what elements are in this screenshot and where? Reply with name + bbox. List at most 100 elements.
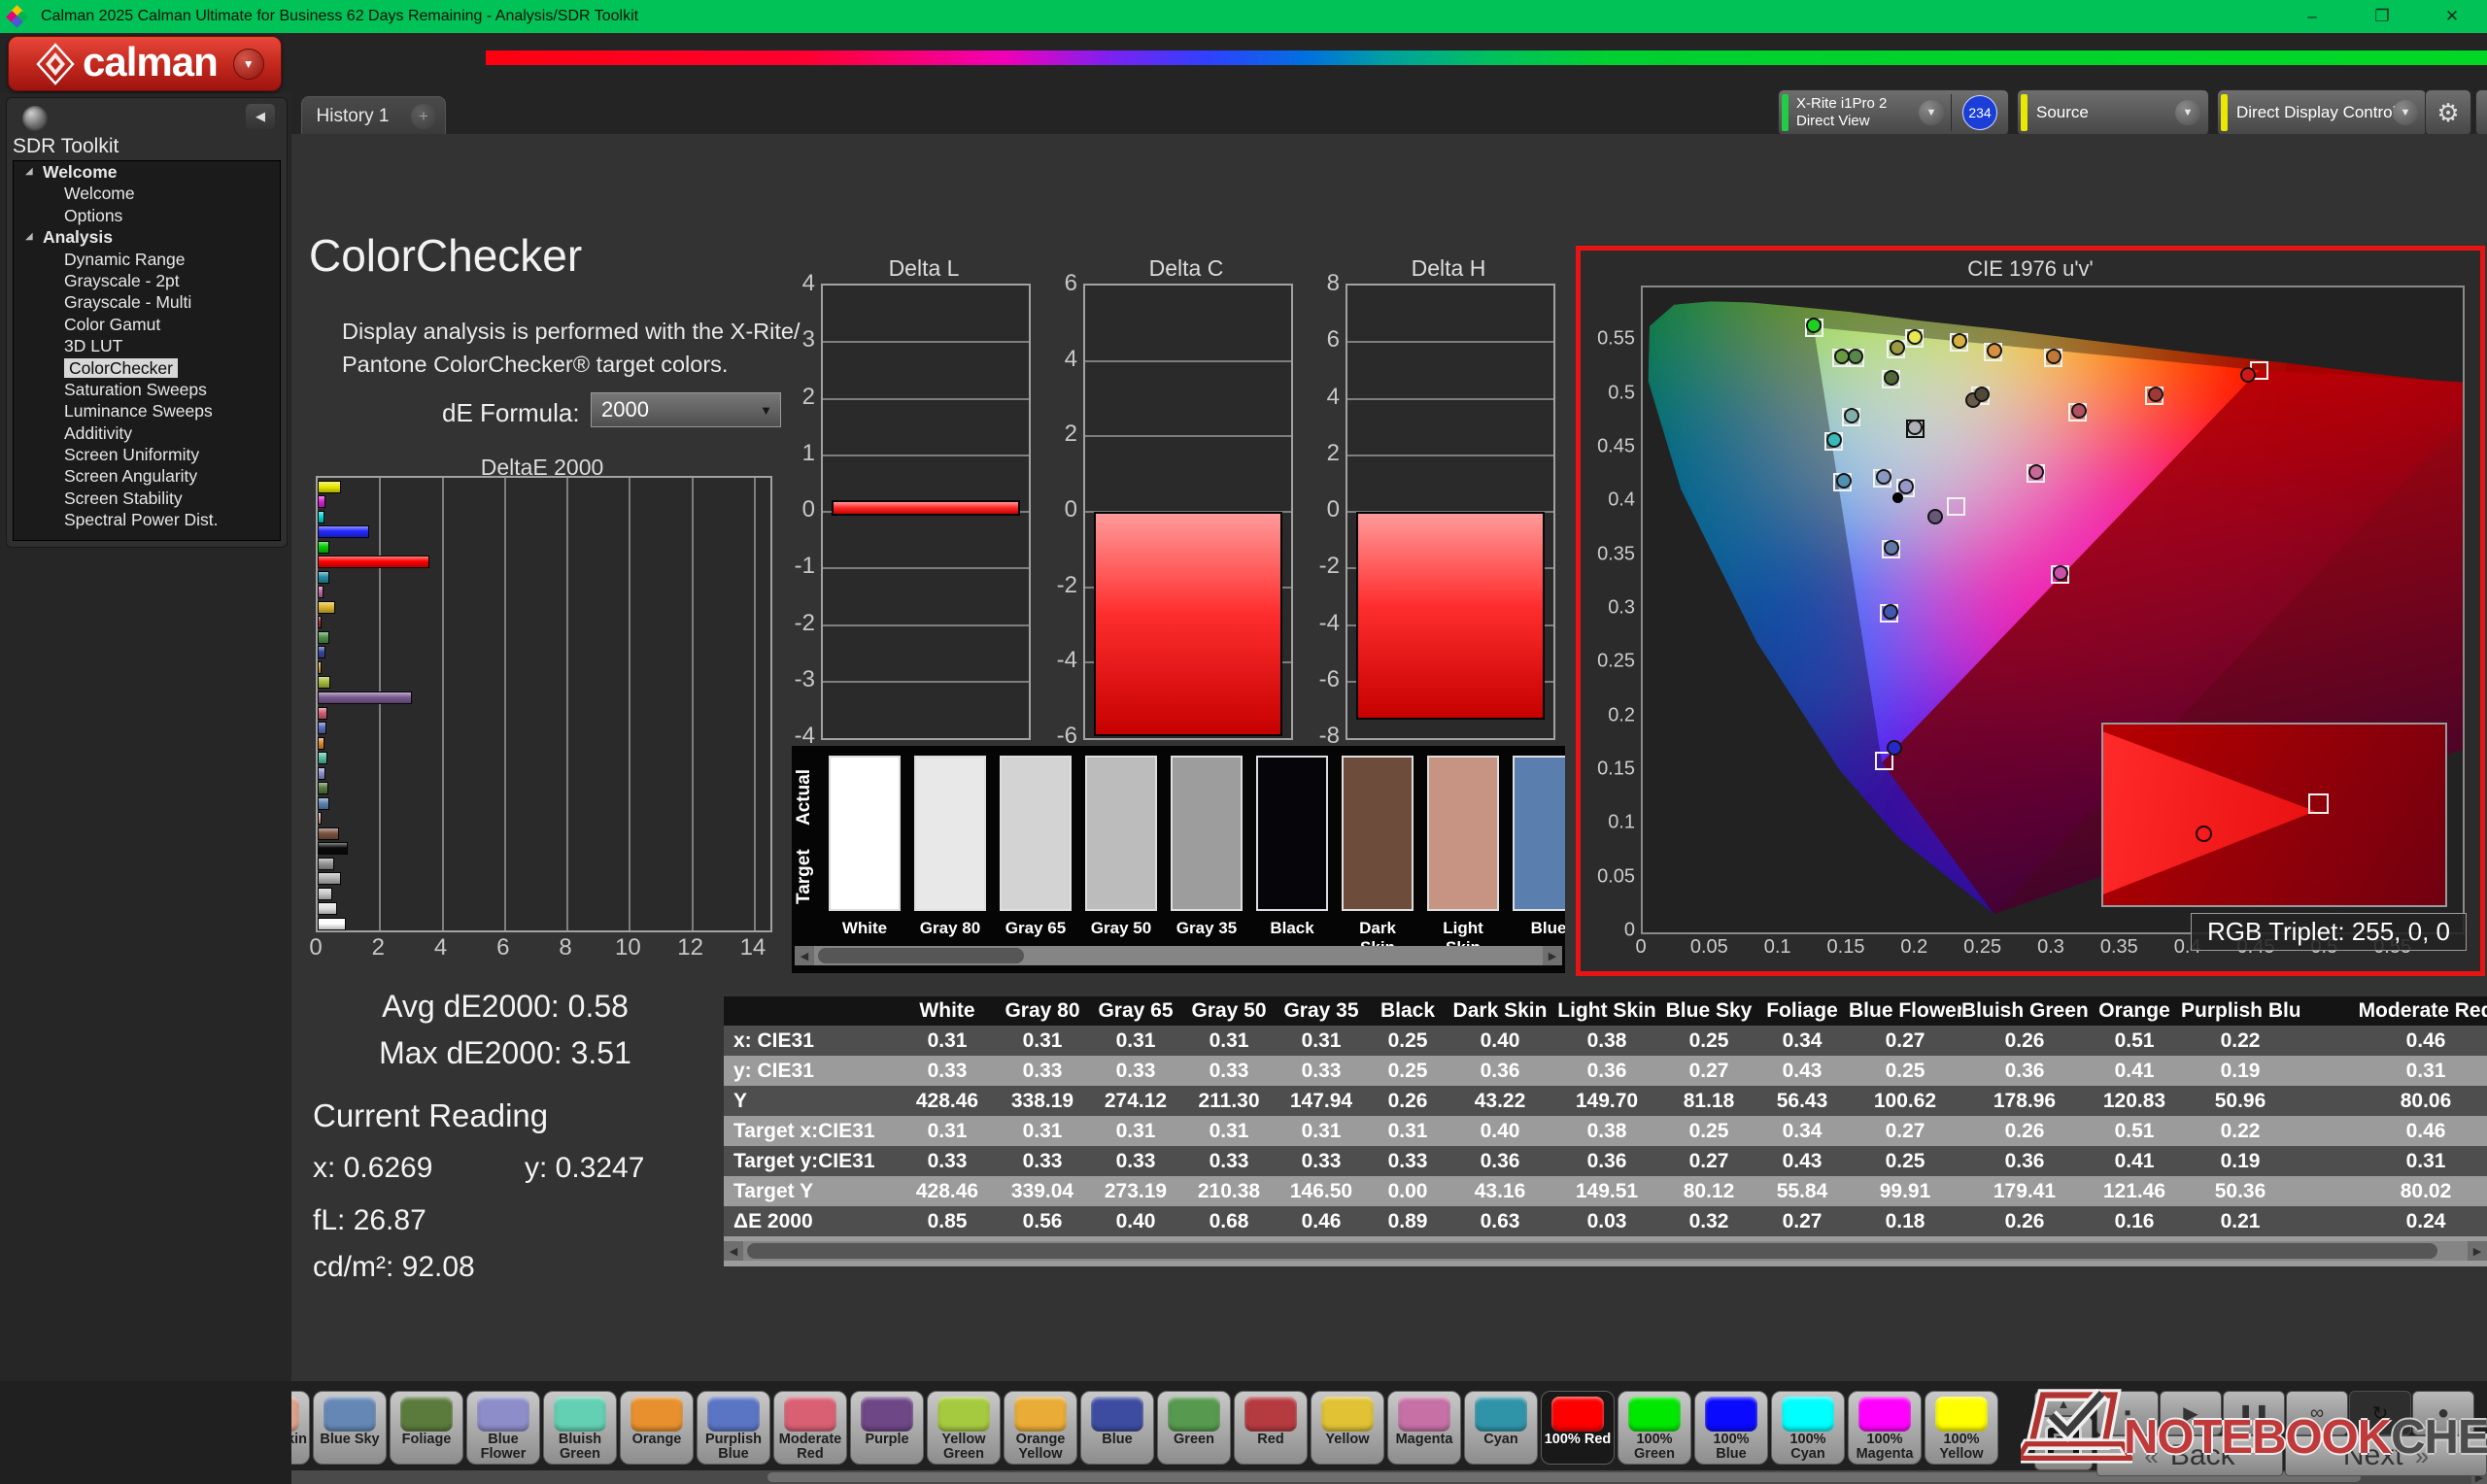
add-tab-button[interactable]: + — [402, 96, 446, 135]
chevron-left-icon: ◀ — [256, 109, 265, 123]
patch-blue-sky[interactable]: Blue Sky — [313, 1391, 387, 1465]
transport-play-button[interactable]: ▶ — [2160, 1391, 2222, 1435]
patch-magenta[interactable]: Magenta — [1387, 1391, 1461, 1465]
patch-blue[interactable]: Blue — [1080, 1391, 1154, 1465]
deltae-bar-magenta — [318, 586, 324, 599]
minimize-button[interactable]: – — [2277, 0, 2347, 33]
patch-label: Yellow Green — [941, 1432, 986, 1462]
sidebar-item-grayscale-2pt[interactable]: Grayscale - 2pt — [14, 270, 280, 291]
sidebar-item-screen-stability[interactable]: Screen Stability — [14, 488, 280, 509]
de-formula-select[interactable]: 2000 ▼ — [591, 392, 781, 427]
sidebar-item-additivity[interactable]: Additivity — [14, 422, 280, 444]
swatch-label: Gray 50 — [1090, 919, 1152, 937]
table-cell: 0.33 — [1301, 1059, 1342, 1082]
swatch-label: Gray 80 — [919, 919, 981, 937]
scroll-left-icon[interactable]: ◀ — [795, 946, 814, 965]
table-col-header-gray-80: Gray 80 — [1005, 999, 1080, 1022]
pattern-up-button[interactable]: ▲ — [2034, 1391, 2093, 1416]
table-col-header-bluish-green: Bluish Green — [1961, 999, 2088, 1022]
sidebar-item-label: Analysis — [43, 227, 113, 248]
table-scrollbar[interactable]: ◀ ▶ — [724, 1241, 2487, 1261]
sidebar-item-colorchecker[interactable]: ColorChecker — [14, 357, 280, 379]
transport-record-button[interactable]: ● — [2412, 1391, 2474, 1435]
axis-tick-label: 6 — [1064, 270, 1077, 296]
patch-purple[interactable]: Purple — [850, 1391, 924, 1465]
sidebar-item-3d-lut[interactable]: 3D LUT — [14, 335, 280, 356]
patch-100-cyan[interactable]: 100% Cyan — [1771, 1391, 1845, 1465]
sidebar-collapse-button[interactable]: ◀ — [246, 104, 275, 129]
patch-100-blue[interactable]: 100% Blue — [1694, 1391, 1768, 1465]
table-col-header-dark-skin: Dark Skin — [1452, 999, 1548, 1022]
transport-stop-small-button[interactable]: ▪ — [2096, 1391, 2159, 1435]
table-cell: 0.31 — [2405, 1059, 2446, 1082]
sidebar-item-saturation-sweeps[interactable]: Saturation Sweeps — [14, 379, 280, 400]
transport-loop-button[interactable]: ∞ — [2286, 1391, 2348, 1435]
meter-count-badge[interactable]: 234 — [1962, 95, 1997, 130]
sidebar-item-welcome[interactable]: Welcome — [14, 183, 280, 204]
patch-foliage[interactable]: Foliage — [390, 1391, 463, 1465]
sidebar-item-welcome[interactable]: ◢ Welcome — [14, 161, 280, 183]
sidebar-item-screen-angularity[interactable]: Screen Angularity — [14, 465, 280, 487]
transport-refresh-button[interactable]: ↻ — [2349, 1391, 2411, 1435]
table-cell: 0.31 — [1301, 1119, 1342, 1142]
table-row-label: y: CIE31 — [733, 1059, 814, 1082]
table-cell: 0.31 — [1115, 1029, 1156, 1052]
transport-pattern-button[interactable]: ❚❚ — [2223, 1391, 2285, 1435]
tab-history-1[interactable]: History 1 — [301, 96, 404, 135]
sidebar-item-spectral-power-dist[interactable]: Spectral Power Dist. — [14, 509, 280, 530]
axis-tick-label: -2 — [794, 609, 815, 636]
panel-collapse-button[interactable]: ◀ — [2475, 89, 2487, 136]
header: calman ▼ — [0, 33, 2487, 93]
patch-bluish-green[interactable]: Bluish Green — [543, 1391, 617, 1465]
sidebar-item-color-gamut[interactable]: Color Gamut — [14, 314, 280, 335]
sidebar-item-grayscale-multi[interactable]: Grayscale - Multi — [14, 291, 280, 313]
scroll-right-icon[interactable]: ▶ — [1543, 946, 1562, 965]
sidebar-item-options[interactable]: Options — [14, 205, 280, 226]
display-control-dropdown[interactable]: Direct Display Control ▼ — [2217, 89, 2427, 136]
settings-button[interactable]: ⚙ — [2425, 89, 2471, 136]
reading-fl: fL: 26.87 — [313, 1204, 426, 1236]
patch-yellow-green[interactable]: Yellow Green — [927, 1391, 1001, 1465]
patch-orange[interactable]: Orange — [620, 1391, 694, 1465]
avg-de2000: Avg dE2000: 0.58 — [382, 989, 629, 1024]
patch-label: Blue Flower — [480, 1432, 527, 1462]
maximize-button[interactable]: ❐ — [2347, 0, 2417, 33]
axis-tick-label: 2 — [1064, 421, 1077, 448]
close-button[interactable]: ✕ — [2417, 0, 2487, 33]
patch-light-skin[interactable]: Light Skin — [291, 1391, 310, 1465]
scrollbar-thumb[interactable] — [818, 948, 1024, 963]
sidebar-item-analysis[interactable]: ◢ Analysis — [14, 226, 280, 248]
patch-100-yellow[interactable]: 100% Yellow — [1925, 1391, 1998, 1465]
calman-logo-menu[interactable]: calman ▼ — [8, 36, 282, 91]
table-cell: 55.84 — [1776, 1179, 1828, 1202]
patch-orange-yellow[interactable]: Orange Yellow — [1004, 1391, 1077, 1465]
patch-100-red[interactable]: 100% Red — [1541, 1391, 1615, 1465]
sidebar-item-dynamic-range[interactable]: Dynamic Range — [14, 249, 280, 270]
stop-button[interactable] — [2034, 1416, 2093, 1470]
source-dropdown[interactable]: Source ▼ — [2017, 89, 2209, 136]
table-cell: 0.31 — [1301, 1029, 1342, 1052]
patch-red[interactable]: Red — [1234, 1391, 1308, 1465]
sidebar-item-screen-uniformity[interactable]: Screen Uniformity — [14, 444, 280, 465]
table-row-e-2000: ΔE 2000 0.85 0.56 0.40 0.68 0.46 0.89 0.63 0.03 0… — [724, 1206, 2487, 1236]
back-button[interactable]: « Back — [2096, 1435, 2283, 1476]
patch-cyan[interactable]: Cyan — [1464, 1391, 1538, 1465]
patch-100-magenta[interactable]: 100% Magenta — [1848, 1391, 1922, 1465]
next-button[interactable]: Next » — [2285, 1435, 2487, 1476]
meter-dropdown[interactable]: X-Rite i1Pro 2 Direct View ▼ 234 — [1778, 89, 2009, 136]
patch-moderate-red[interactable]: Moderate Red — [773, 1391, 847, 1465]
delta-l-plot — [821, 284, 1031, 740]
sidebar-item-luminance-sweeps[interactable]: Luminance Sweeps — [14, 400, 280, 422]
swatch-scrollbar[interactable]: ◀ ▶ — [795, 946, 1562, 965]
patch-yellow[interactable]: Yellow — [1311, 1391, 1384, 1465]
patch-green[interactable]: Green — [1157, 1391, 1231, 1465]
scrollbar-thumb[interactable] — [747, 1243, 2437, 1259]
patch-purplish-blue[interactable]: Purplish Blue — [697, 1391, 770, 1465]
scroll-left-icon[interactable]: ◀ — [724, 1241, 743, 1261]
logo-dropdown-button[interactable]: ▼ — [232, 48, 264, 80]
scroll-right-icon[interactable]: ▶ — [2468, 1241, 2487, 1261]
patch-blue-flower[interactable]: Blue Flower — [466, 1391, 540, 1465]
axis-tick-label: 0.4 — [1608, 489, 1635, 511]
patch-100-green[interactable]: 100% Green — [1618, 1391, 1691, 1465]
patch-color — [1168, 1397, 1220, 1432]
